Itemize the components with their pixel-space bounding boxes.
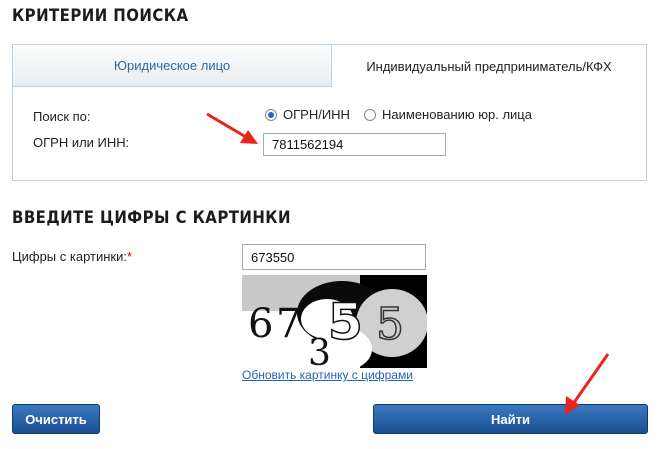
captcha-label: Цифры с картинки:* <box>12 249 132 264</box>
radio-checked-icon[interactable] <box>265 108 277 121</box>
radio-entity-name-label: Наименованию юр. лица <box>382 107 532 122</box>
criteria-section-title: КРИТЕРИИ ПОИСКА <box>12 6 189 26</box>
captcha-section-title: ВВЕДИТЕ ЦИФРЫ С КАРТИНКИ <box>12 208 291 228</box>
radio-unchecked-icon[interactable] <box>364 108 376 121</box>
clear-button[interactable]: Очистить <box>12 404 100 434</box>
captcha-digit: 7 <box>276 301 301 347</box>
refresh-captcha-link[interactable]: Обновить картинку с цифрами <box>242 368 413 382</box>
radio-ogrn-inn[interactable]: ОГРН/ИНН <box>265 107 350 122</box>
captcha-label-text: Цифры с картинки: <box>12 249 127 264</box>
captcha-image: 6 7 3 5 5 <box>242 275 427 368</box>
radio-entity-name[interactable]: Наименованию юр. лица <box>364 107 532 122</box>
ogrn-inn-label: ОГРН или ИНН: <box>33 135 130 150</box>
search-by-label: Поиск по: <box>33 109 91 124</box>
tab-individual-entrepreneur[interactable]: Индивидуальный предприниматель/КФХ <box>332 45 646 87</box>
captcha-input[interactable] <box>242 244 426 270</box>
required-mark: * <box>126 249 133 264</box>
tab-legal-entity[interactable]: Юридическое лицо <box>13 45 332 87</box>
captcha-digit: 6 <box>248 301 273 347</box>
find-button[interactable]: Найти <box>373 404 648 434</box>
captcha-digit: 5 <box>376 299 404 350</box>
search-criteria-panel: Юридическое лицо Индивидуальный предприн… <box>12 44 647 181</box>
radio-ogrn-inn-label: ОГРН/ИНН <box>283 107 350 122</box>
ogrn-inn-input[interactable] <box>263 133 446 156</box>
captcha-digit: 5 <box>328 293 363 351</box>
